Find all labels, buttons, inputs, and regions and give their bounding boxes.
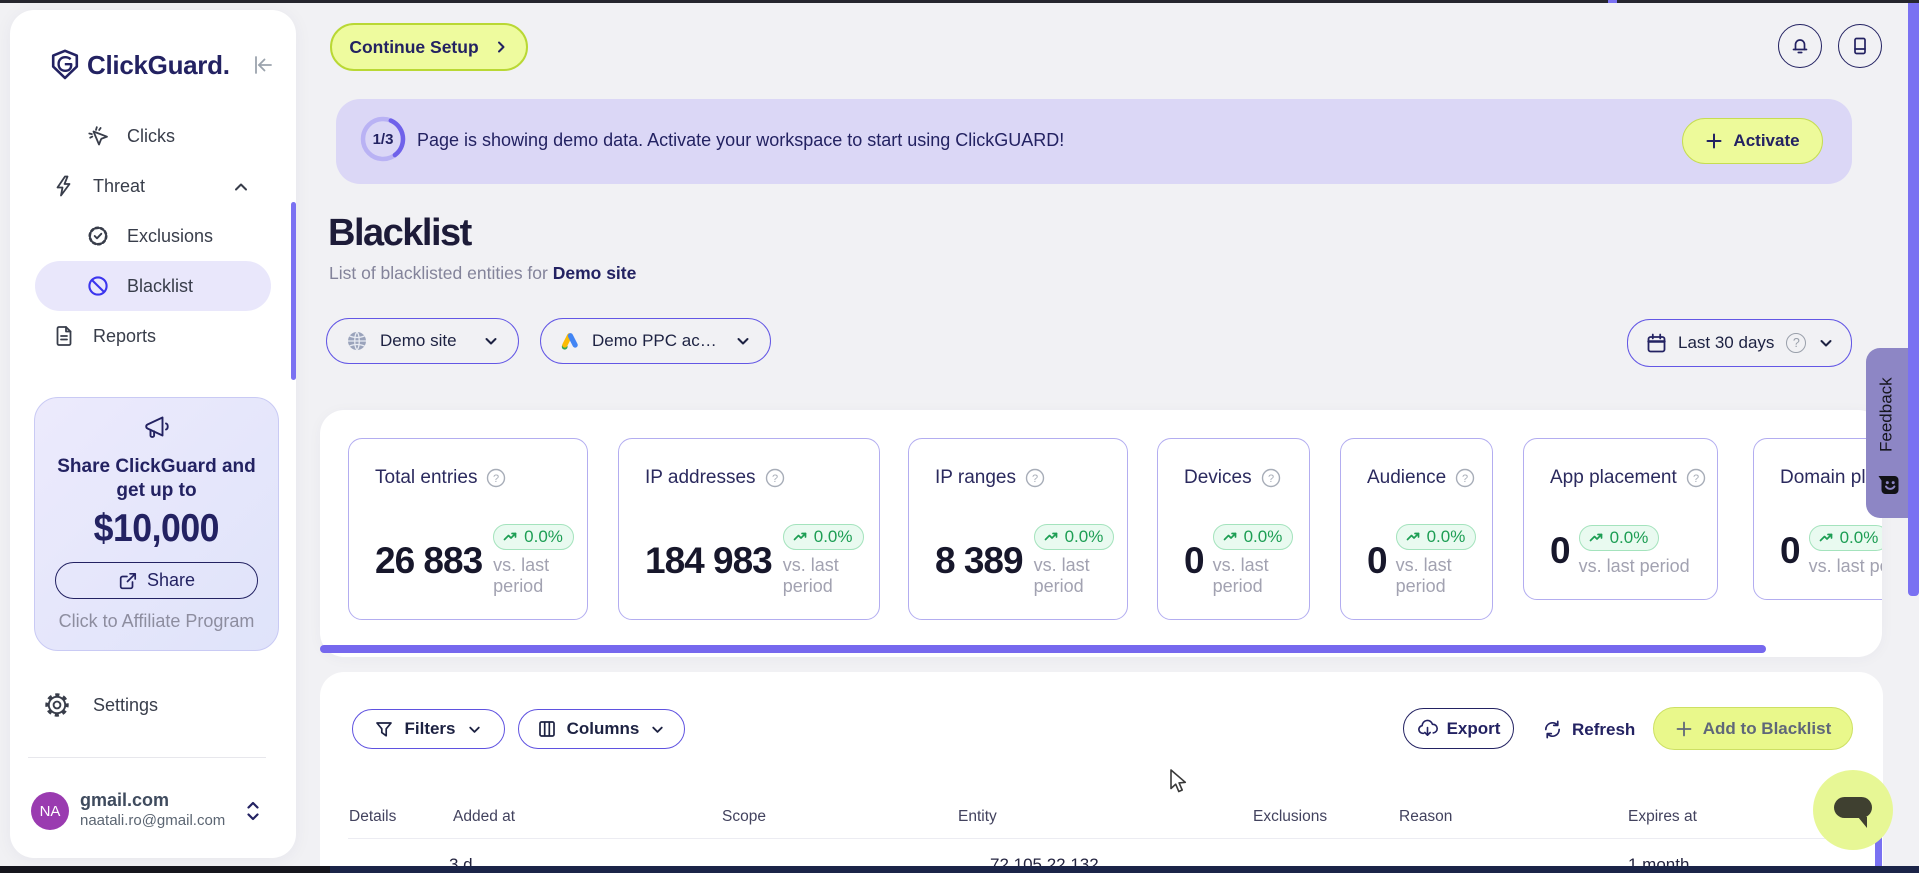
svg-text:?: ? — [493, 473, 499, 485]
svg-text:?: ? — [1693, 473, 1699, 485]
svg-text:?: ? — [1268, 473, 1274, 485]
svg-text:?: ? — [1462, 473, 1468, 485]
svg-text:?: ? — [772, 473, 778, 485]
svg-text:?: ? — [1032, 473, 1038, 485]
